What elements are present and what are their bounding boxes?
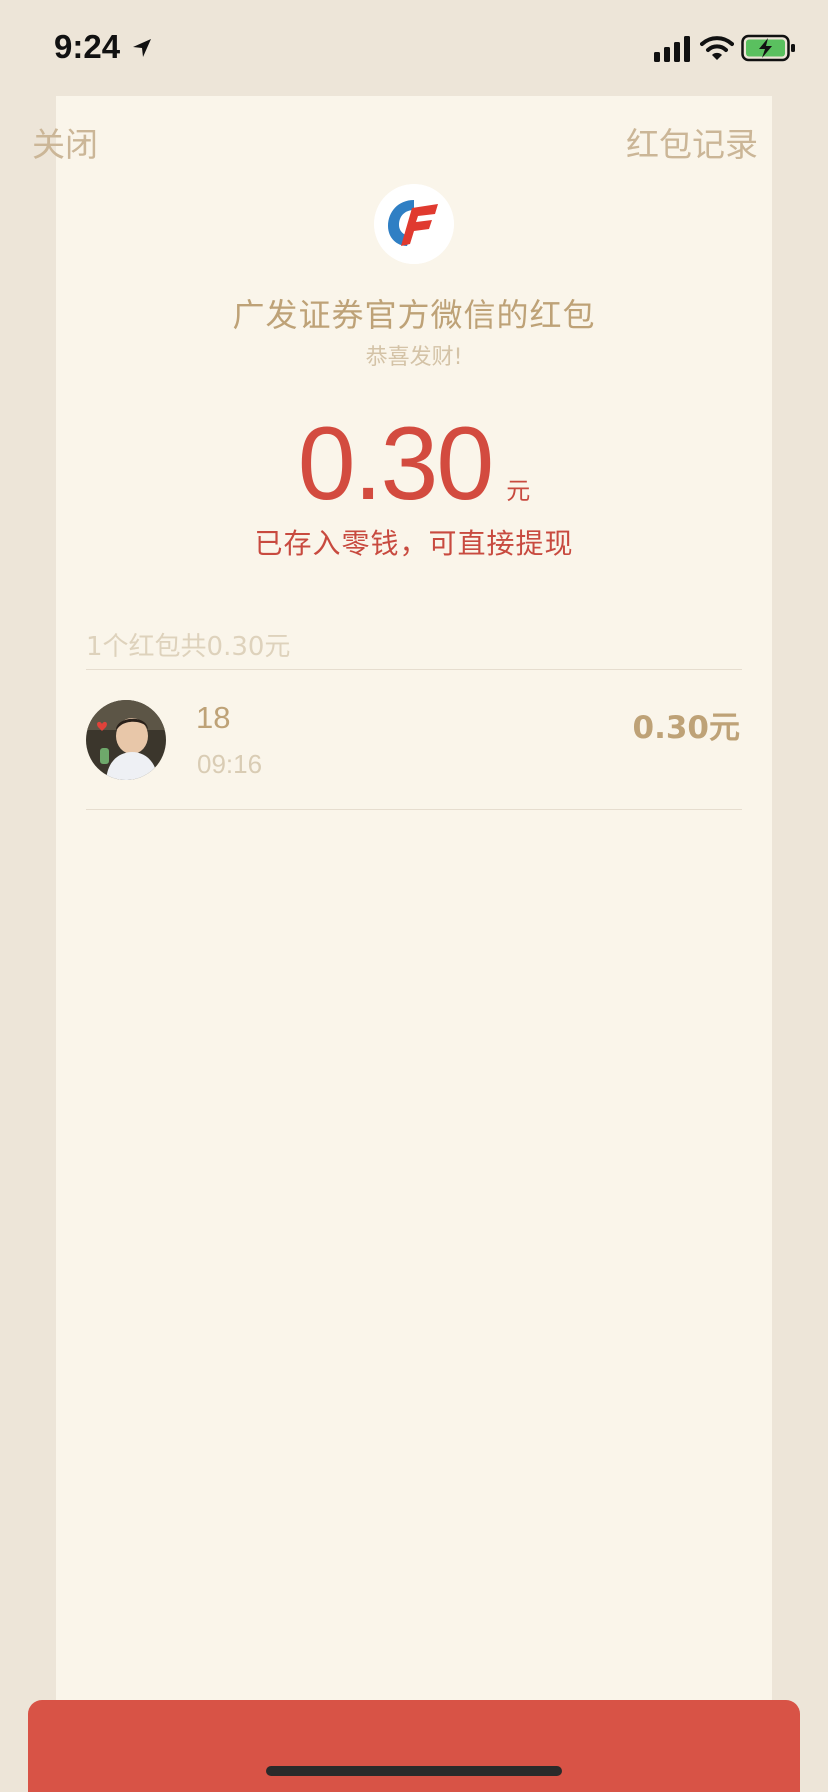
- sender-title: 广发证券官方微信的红包: [232, 296, 596, 334]
- record-amount: 0.30元: [632, 710, 741, 746]
- record-name: 18: [196, 700, 231, 735]
- bottom-red-bar: [28, 1700, 800, 1792]
- avatar[interactable]: [86, 700, 166, 780]
- blessing-text: 恭喜发财!: [365, 345, 463, 370]
- status-time: 9:24: [54, 28, 121, 65]
- divider: [86, 809, 742, 810]
- received-amount: 0.30: [297, 406, 494, 522]
- signal-icon: [654, 36, 690, 62]
- wifi-icon: [700, 36, 734, 60]
- amount-block: 0.30 元: [0, 412, 828, 516]
- avatar-photo: [86, 700, 166, 780]
- packet-summary: 1个红包共0.30元: [86, 632, 291, 662]
- battery-charging-icon: [741, 34, 795, 62]
- location-arrow-icon: [133, 39, 151, 57]
- divider: [86, 669, 742, 670]
- close-button[interactable]: 关闭: [32, 118, 98, 166]
- status-bar: 9:24: [0, 0, 828, 96]
- gf-securities-logo-icon: [374, 184, 454, 264]
- sender-logo: [374, 184, 454, 264]
- red-packet-records-link[interactable]: 红包记录: [626, 118, 758, 166]
- record-time: 09:16: [197, 749, 263, 779]
- home-indicator[interactable]: [266, 1766, 562, 1776]
- stored-to-balance-link[interactable]: 已存入零钱，可直接提现: [0, 522, 828, 562]
- amount-unit: 元: [506, 477, 531, 505]
